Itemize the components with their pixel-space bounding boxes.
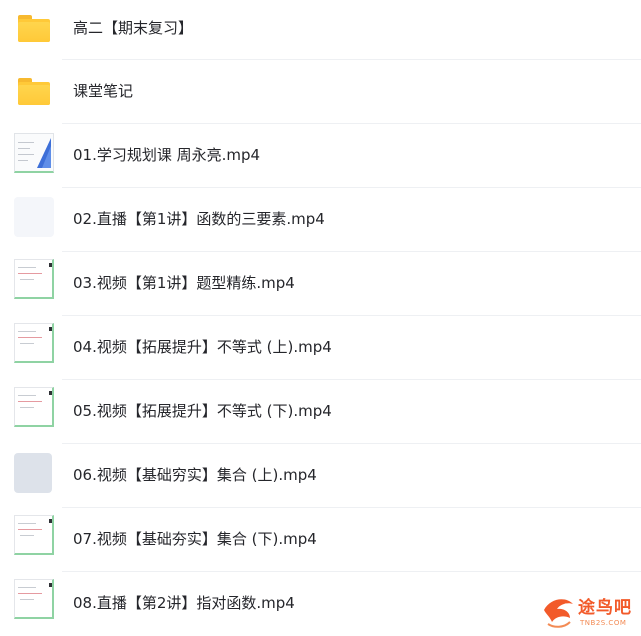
video-thumbnail bbox=[14, 133, 54, 173]
video-thumbnail bbox=[14, 515, 54, 555]
watermark: 途鸟吧 TNB2S.COM bbox=[538, 596, 640, 632]
video-thumbnail bbox=[14, 387, 54, 427]
folder-icon bbox=[14, 8, 54, 48]
file-name: 02.直播【第1讲】函数的三要素.mp4 bbox=[73, 210, 325, 228]
file-name: 课堂笔记 bbox=[73, 82, 134, 100]
file-name: 高二【期末复习】 bbox=[73, 19, 194, 37]
file-row-folder[interactable]: 课堂笔记 bbox=[0, 60, 641, 124]
bird-logo-icon bbox=[544, 599, 573, 628]
file-name: 01.学习规划课 周永亮.mp4 bbox=[73, 146, 261, 164]
file-row-video[interactable]: 02.直播【第1讲】函数的三要素.mp4 bbox=[0, 188, 641, 252]
file-name: 08.直播【第2讲】指对函数.mp4 bbox=[73, 594, 295, 612]
watermark-url: TNB2S.COM bbox=[580, 619, 627, 627]
video-thumbnail bbox=[14, 323, 54, 363]
watermark-title: 途鸟吧 bbox=[578, 598, 632, 618]
file-row-folder[interactable]: 高二【期末复习】 bbox=[0, 0, 641, 60]
file-row-video[interactable]: 06.视频【基础穷实】集合 (上).mp4 bbox=[0, 444, 641, 508]
file-row-video[interactable]: 03.视频【第1讲】题型精练.mp4 bbox=[0, 252, 641, 316]
folder-icon bbox=[14, 71, 54, 111]
file-name: 05.视频【拓展提升】不等式 (下).mp4 bbox=[73, 402, 332, 420]
file-row-video[interactable]: 05.视频【拓展提升】不等式 (下).mp4 bbox=[0, 380, 641, 444]
file-row-video[interactable]: 07.视频【基础夯实】集合 (下).mp4 bbox=[0, 508, 641, 572]
video-thumbnail bbox=[14, 197, 54, 237]
file-row-video[interactable]: 01.学习规划课 周永亮.mp4 bbox=[0, 124, 641, 188]
file-row-video[interactable]: 04.视频【拓展提升】不等式 (上).mp4 bbox=[0, 316, 641, 380]
video-thumbnail bbox=[14, 453, 52, 493]
file-name: 03.视频【第1讲】题型精练.mp4 bbox=[73, 274, 295, 292]
file-name: 04.视频【拓展提升】不等式 (上).mp4 bbox=[73, 338, 332, 356]
file-name: 06.视频【基础穷实】集合 (上).mp4 bbox=[73, 466, 317, 484]
video-thumbnail bbox=[14, 259, 54, 299]
video-thumbnail bbox=[14, 579, 54, 619]
file-name: 07.视频【基础夯实】集合 (下).mp4 bbox=[73, 530, 317, 548]
file-list: 高二【期末复习】 课堂笔记 01.学习规划课 周永亮.mp4 02.直播【第1讲… bbox=[0, 0, 641, 636]
